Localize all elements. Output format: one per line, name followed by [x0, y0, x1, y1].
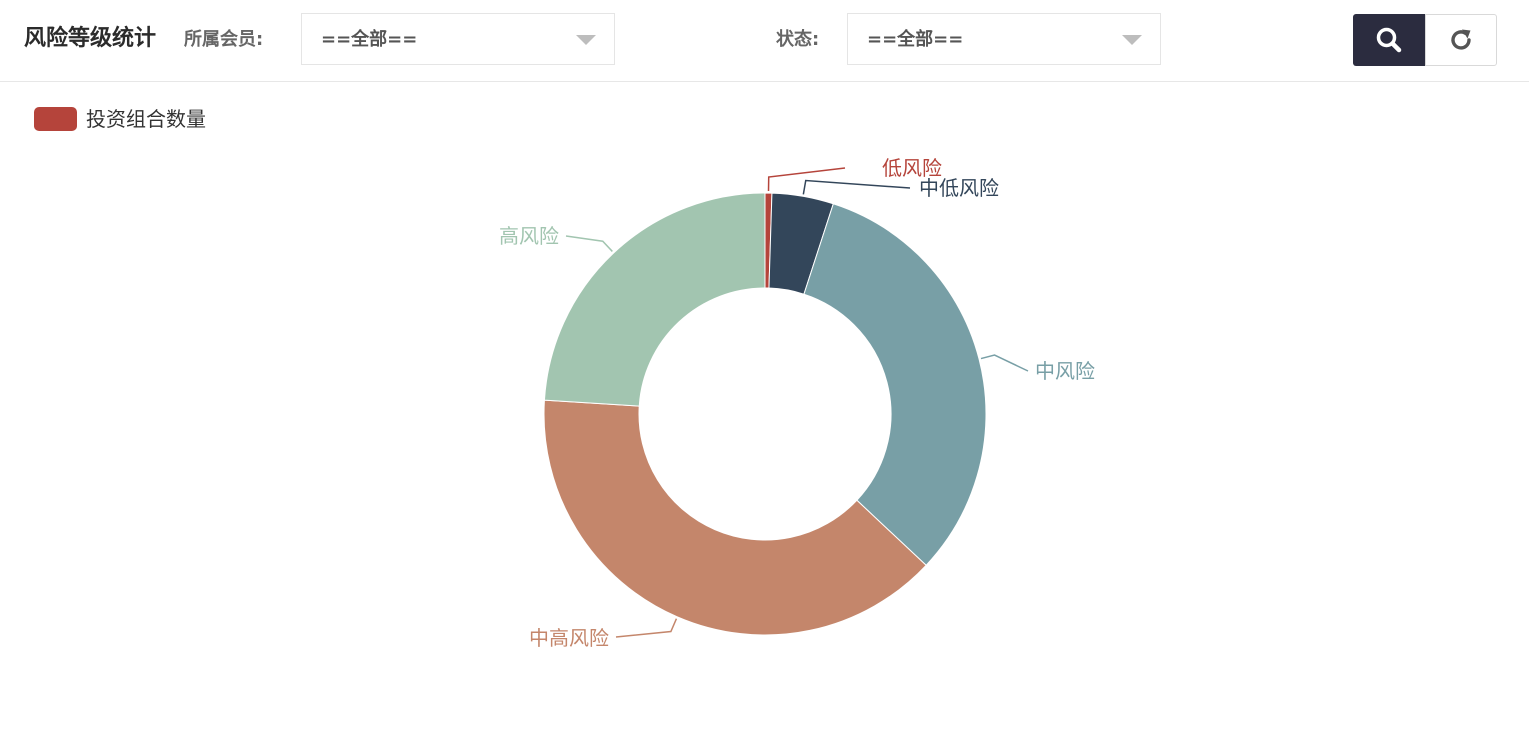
slice-label-4: 高风险: [499, 224, 559, 248]
leader-line-0: [767, 167, 846, 192]
pie-slice-4[interactable]: [543, 192, 766, 407]
risk-donut-chart: 低风险中低风险中风险中高风险高风险: [499, 156, 1095, 650]
slice-label-1: 中低风险: [919, 176, 999, 200]
slice-label-3: 中高风险: [529, 626, 609, 650]
pie-slice-3[interactable]: [543, 399, 927, 636]
leader-line-1: [802, 179, 911, 195]
pie-slice-2[interactable]: [803, 203, 987, 566]
leader-line-2: [980, 354, 1029, 372]
leader-line-4: [565, 235, 613, 252]
slice-label-2: 中风险: [1035, 359, 1095, 383]
leader-line-3: [615, 618, 678, 638]
